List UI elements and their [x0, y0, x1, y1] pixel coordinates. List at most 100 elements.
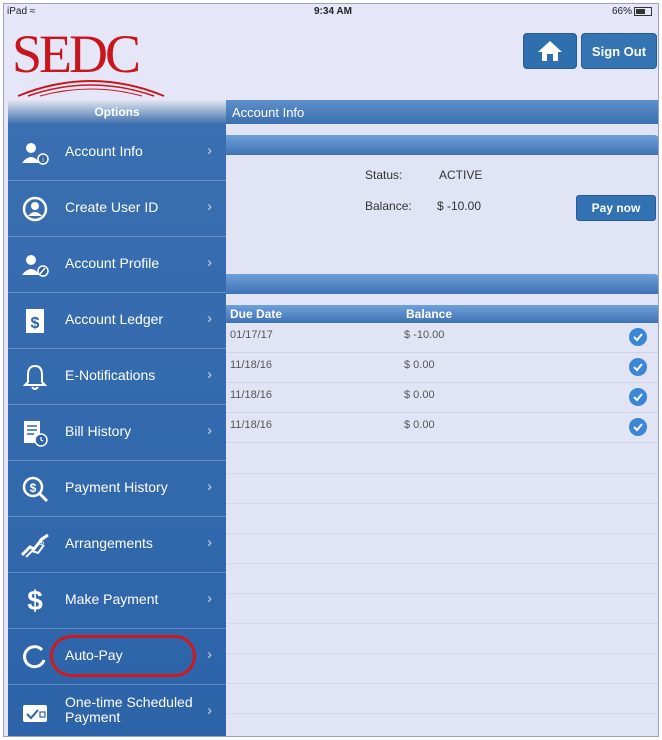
sidebar-item-label: E-Notifications — [65, 367, 156, 383]
battery-indicator: 66% — [612, 6, 652, 17]
device-label: iPad ≈ — [7, 6, 36, 17]
balance-cell: $ 0.00 — [404, 389, 435, 401]
bills-table-header: Due Date Balance — [226, 305, 658, 323]
status-value: ACTIVE — [439, 168, 483, 182]
sidebar-item-create-user-id[interactable]: Create User ID › — [8, 180, 226, 237]
divider — [226, 713, 658, 714]
dollar-icon: $ — [27, 585, 43, 616]
sign-out-button[interactable]: Sign Out — [581, 33, 657, 69]
due-date-cell: 11/18/16 — [230, 389, 273, 401]
sidebar-title: Options — [94, 105, 140, 119]
battery-icon — [634, 6, 652, 16]
pay-now-button[interactable]: Pay now — [576, 195, 656, 221]
svg-text:$: $ — [39, 537, 44, 547]
svg-text:$: $ — [31, 315, 40, 332]
bill-clock-icon — [20, 418, 50, 448]
sidebar-item-label: Bill History — [65, 423, 132, 439]
home-icon — [538, 41, 562, 61]
dollar-search-icon: $ — [20, 474, 50, 504]
sidebar-header: Options — [8, 100, 226, 124]
logo-arc-icon — [17, 80, 165, 97]
user-info-icon: i — [20, 138, 50, 168]
chevron-right-icon: › — [207, 590, 212, 607]
sidebar-item-auto-pay[interactable]: Auto-Pay › — [8, 628, 226, 685]
divider — [226, 473, 658, 474]
sidebar-item-bill-history[interactable]: Bill History › — [8, 404, 226, 461]
sidebar-item-one-time-scheduled-payment[interactable]: One-time Scheduled Payment › — [8, 684, 226, 736]
home-button[interactable] — [523, 33, 577, 69]
chevron-right-icon: › — [207, 478, 212, 495]
auto-pay-icon — [20, 642, 50, 672]
sidebar-item-label: Make Payment — [65, 591, 159, 607]
account-summary-panel-header — [226, 135, 658, 155]
checkmark-icon — [629, 418, 647, 436]
checkmark-icon — [629, 388, 647, 406]
sidebar-item-e-notifications[interactable]: E-Notifications › — [8, 348, 226, 405]
options-sidebar: Options i Account Info › Create User ID … — [8, 100, 226, 736]
chevron-right-icon: › — [207, 366, 212, 383]
chevron-right-icon: › — [207, 254, 212, 271]
balance-label: Balance: — [365, 199, 412, 213]
clock: 9:34 AM — [314, 6, 352, 17]
balance-cell: $ 0.00 — [404, 359, 435, 371]
sidebar-item-label: Create User ID — [65, 199, 159, 215]
sidebar-item-label: Account Info — [65, 143, 143, 159]
chevron-right-icon: › — [207, 142, 212, 159]
checkmark-icon — [629, 328, 647, 346]
app-window: iPad ≈ 9:34 AM 66% SEDC Sign Out Options… — [3, 3, 659, 737]
bills-panel-header — [226, 274, 658, 294]
ledger-dollar-icon: $ — [20, 306, 50, 336]
table-row[interactable]: 11/18/16 $ 0.00 — [226, 353, 658, 383]
column-header-due-date: Due Date — [230, 307, 283, 321]
status-label: Status: — [365, 168, 403, 182]
wifi-icon: ≈ — [29, 6, 36, 17]
table-row[interactable]: 11/18/16 $ 0.00 — [226, 383, 658, 413]
chevron-right-icon: › — [207, 422, 212, 439]
sidebar-item-make-payment[interactable]: $ Make Payment › — [8, 572, 226, 629]
divider — [226, 623, 658, 624]
sidebar-item-label: Account Ledger — [65, 311, 164, 327]
user-circle-icon — [20, 194, 50, 224]
user-edit-icon — [20, 250, 50, 280]
due-date-cell: 01/17/17 — [230, 329, 273, 341]
table-row[interactable]: 11/18/16 $ 0.00 — [226, 413, 658, 443]
sidebar-item-label: Account Profile — [65, 255, 160, 271]
divider — [226, 683, 658, 684]
sidebar-item-account-info[interactable]: i Account Info › — [8, 124, 226, 181]
handshake-icon: $ — [20, 530, 50, 560]
sidebar-item-label: Payment History — [65, 479, 168, 495]
chevron-right-icon: › — [207, 534, 212, 551]
sidebar-item-account-profile[interactable]: Account Profile › — [8, 236, 226, 293]
divider — [226, 593, 658, 594]
sidebar-item-label: Arrangements — [65, 535, 153, 551]
chevron-right-icon: › — [207, 198, 212, 215]
sidebar-item-account-ledger[interactable]: $ Account Ledger › — [8, 292, 226, 349]
balance-cell: $ 0.00 — [404, 419, 435, 431]
divider — [226, 533, 658, 534]
divider — [226, 653, 658, 654]
checkmark-icon — [629, 358, 647, 376]
column-header-balance: Balance — [406, 307, 453, 321]
divider — [226, 563, 658, 564]
sidebar-item-arrangements[interactable]: $ Arrangements › — [8, 516, 226, 573]
logo: SEDC — [12, 24, 172, 98]
main-content: Account Info Status: ACTIVE Balance: $ -… — [226, 100, 658, 736]
balance-cell: $ -10.00 — [404, 329, 445, 341]
table-row[interactable]: 01/17/17 $ -10.00 — [226, 323, 658, 353]
chevron-right-icon: › — [207, 702, 212, 719]
card-check-icon — [20, 698, 50, 728]
divider — [226, 503, 658, 504]
due-date-cell: 11/18/16 — [230, 359, 273, 371]
sidebar-item-label: One-time Scheduled Payment — [65, 694, 193, 725]
sidebar-item-label: Auto-Pay — [65, 647, 123, 663]
chevron-right-icon: › — [207, 310, 212, 327]
status-bar: iPad ≈ 9:34 AM 66% — [4, 4, 658, 20]
page-title: Account Info — [232, 105, 305, 120]
sidebar-item-payment-history[interactable]: $ Payment History › — [8, 460, 226, 517]
balance-value: $ -10.00 — [437, 199, 482, 213]
app-header: SEDC Sign Out — [4, 20, 658, 100]
bell-icon — [20, 362, 50, 392]
content-title-bar: Account Info — [226, 100, 658, 124]
svg-text:$: $ — [30, 481, 37, 495]
chevron-right-icon: › — [207, 646, 212, 663]
